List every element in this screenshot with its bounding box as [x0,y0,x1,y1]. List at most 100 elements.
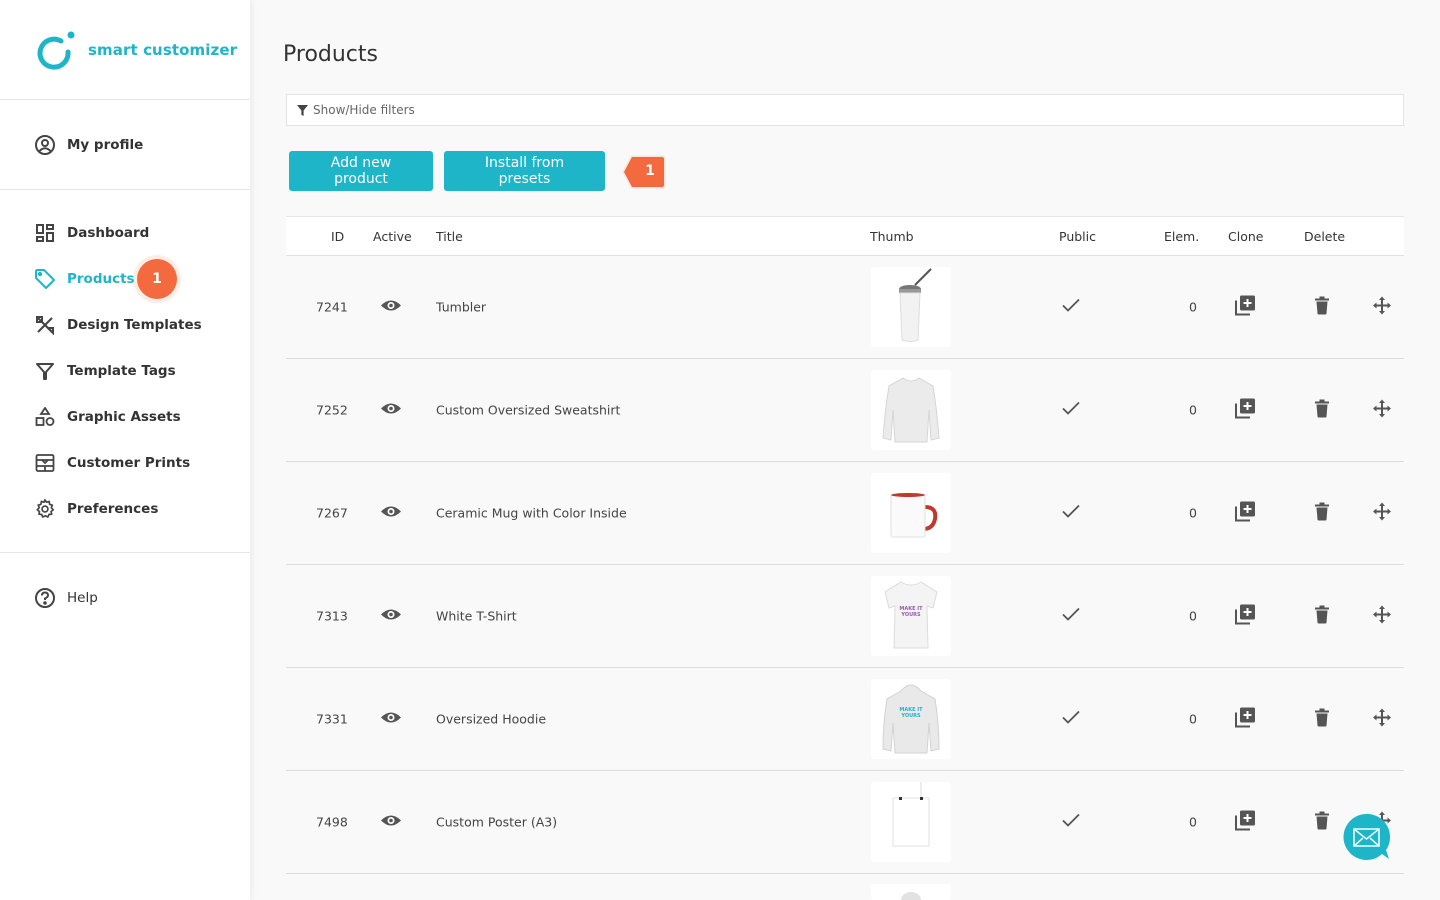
product-id: 7331 [316,711,348,727]
header-id[interactable]: ID [331,229,344,244]
drag-handle[interactable] [1373,502,1391,524]
sidebar-item-dashboard[interactable]: Dashboard [0,210,250,256]
public-status[interactable] [1061,710,1081,729]
chat-button[interactable] [1342,813,1391,861]
active-toggle[interactable] [381,299,401,316]
product-thumb[interactable] [871,782,951,862]
install-from-presets-button[interactable]: Install from presets [444,151,605,191]
drag-handle[interactable] [1373,605,1391,627]
step-badge-number: 1 [645,163,655,179]
public-status[interactable] [1061,607,1081,626]
logo[interactable]: smart customizer [0,0,250,100]
sidebar-item-label: Preferences [67,501,159,517]
product-thumb[interactable]: MAKE IT YOURS [871,679,951,759]
header-active[interactable]: Active [373,229,412,244]
table-row[interactable]: 7313 White T-Shirt MAKE IT YOURS 0 [286,565,1404,668]
elements-count: 0 [1189,711,1197,727]
check-icon [1061,813,1081,832]
trash-icon [1315,708,1329,730]
sidebar-item-customer-prints[interactable]: Customer Prints [0,440,250,486]
public-status[interactable] [1061,813,1081,832]
trash-icon [1315,296,1329,318]
public-status[interactable] [1061,401,1081,420]
product-title[interactable]: Oversized Hoodie [436,712,546,727]
clone-button[interactable] [1234,501,1256,526]
clone-button[interactable] [1234,810,1256,835]
drag-handle[interactable] [1373,399,1391,421]
active-toggle[interactable] [381,505,401,522]
delete-button[interactable] [1315,811,1329,833]
clone-button[interactable] [1234,604,1256,629]
product-thumb[interactable] [871,473,951,553]
sidebar-item-preferences[interactable]: Preferences [0,486,250,532]
sidebar-item-label: Dashboard [67,225,150,241]
product-thumb[interactable]: MAKE IT YOURS [871,576,951,656]
sidebar-item-my-profile[interactable]: My profile [0,122,250,168]
product-title[interactable]: Custom Poster (A3) [436,815,557,830]
add-new-product-button[interactable]: Add new product [289,151,433,191]
public-status[interactable] [1061,298,1081,317]
drag-handle[interactable] [1373,708,1391,730]
table-row[interactable]: 7331 Oversized Hoodie MAKE IT YOURS 0 [286,668,1404,771]
clone-button[interactable] [1234,707,1256,732]
show-hide-filters[interactable]: Show/Hide filters [286,94,1404,126]
active-toggle[interactable] [381,814,401,831]
filter-icon [34,360,56,382]
eye-icon [381,506,401,522]
header-public[interactable]: Public [1059,229,1096,244]
header-title[interactable]: Title [436,229,463,244]
product-id: 7252 [316,402,348,418]
drag-handle[interactable] [1373,296,1391,318]
table-row[interactable]: 7498 Custom Poster (A3) 0 [286,771,1404,874]
active-toggle[interactable] [381,402,401,419]
product-thumb[interactable] [871,267,951,347]
sidebar-item-label: Products [67,271,135,287]
active-toggle[interactable] [381,711,401,728]
sidebar-item-help[interactable]: Help [0,575,250,621]
eye-icon [381,300,401,316]
elements-count: 0 [1189,814,1197,830]
design-tools-icon [34,314,56,336]
logo-text: smart customizer [88,40,238,59]
clone-button[interactable] [1234,295,1256,320]
dashboard-icon [34,222,56,244]
delete-button[interactable] [1315,399,1329,421]
table-row[interactable]: 7252 Custom Oversized Sweatshirt 0 [286,359,1404,462]
eye-icon [381,815,401,831]
clone-button[interactable] [1234,398,1256,423]
sidebar-item-graphic-assets[interactable]: Graphic Assets [0,394,250,440]
eye-icon [381,712,401,728]
delete-button[interactable] [1315,708,1329,730]
sidebar-item-label: Graphic Assets [67,409,181,425]
product-title[interactable]: Tumbler [436,300,486,315]
product-title[interactable]: Ceramic Mug with Color Inside [436,506,627,521]
clone-icon [1234,707,1256,732]
product-thumb[interactable] [871,370,951,450]
sidebar-item-products[interactable]: Products 1 [0,256,250,302]
svg-text:YOURS: YOURS [900,612,921,618]
delete-button[interactable] [1315,605,1329,627]
product-title[interactable]: White T-Shirt [436,609,517,624]
trash-icon [1315,399,1329,421]
move-icon [1373,708,1391,730]
logo-icon [36,30,76,70]
trash-icon [1315,502,1329,524]
delete-button[interactable] [1315,502,1329,524]
sidebar-item-label: My profile [67,137,144,153]
elements-count: 0 [1189,299,1197,315]
active-toggle[interactable] [381,608,401,625]
sidebar-item-design-templates[interactable]: Design Templates [0,302,250,348]
clone-icon [1234,810,1256,835]
product-title[interactable]: Custom Oversized Sweatshirt [436,403,620,418]
table-header: ID Active Title Thumb Public Elem. Clone… [286,216,1404,256]
products-badge: 1 [137,259,177,299]
sidebar-item-template-tags[interactable]: Template Tags [0,348,250,394]
table-row[interactable]: 7267 Ceramic Mug with Color Inside 0 [286,462,1404,565]
mail-icon [1343,813,1391,860]
public-status[interactable] [1061,504,1081,523]
filters-label: Show/Hide filters [313,103,415,117]
table-body: 7241 Tumbler 0 7252 Custom Oversized Swe… [286,256,1404,874]
delete-button[interactable] [1315,296,1329,318]
table-row[interactable]: 7241 Tumbler 0 [286,256,1404,359]
clone-icon [1234,295,1256,320]
